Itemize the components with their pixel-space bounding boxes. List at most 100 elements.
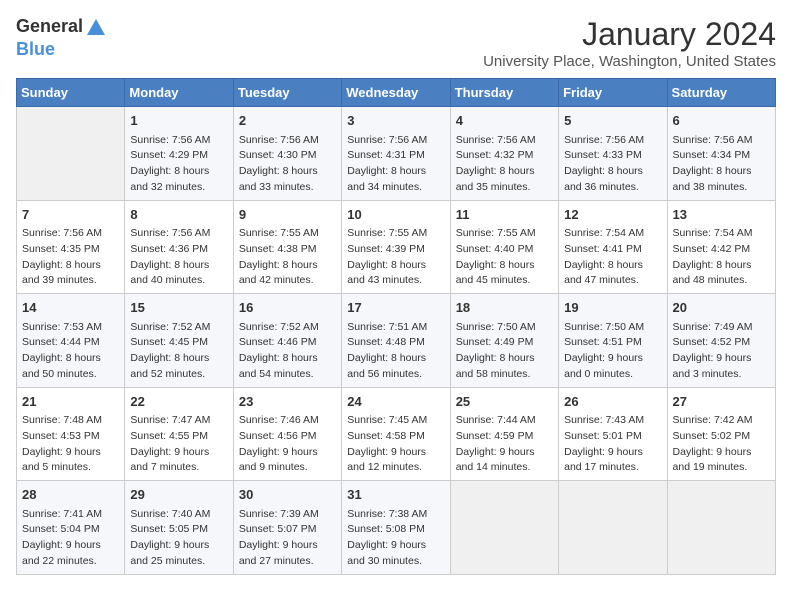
- cell-content: Sunrise: 7:56 AM Sunset: 4:31 PM Dayligh…: [347, 133, 444, 196]
- calendar-cell: 6Sunrise: 7:56 AM Sunset: 4:34 PM Daylig…: [667, 107, 775, 201]
- day-number: 25: [456, 392, 553, 412]
- week-row-1: 1Sunrise: 7:56 AM Sunset: 4:29 PM Daylig…: [17, 107, 776, 201]
- calendar-cell: 8Sunrise: 7:56 AM Sunset: 4:36 PM Daylig…: [125, 200, 233, 294]
- cell-content: Sunrise: 7:54 AM Sunset: 4:42 PM Dayligh…: [673, 226, 770, 289]
- calendar-table: SundayMondayTuesdayWednesdayThursdayFrid…: [16, 78, 776, 575]
- day-header-thursday: Thursday: [450, 79, 558, 107]
- day-number: 9: [239, 205, 336, 225]
- calendar-cell: 13Sunrise: 7:54 AM Sunset: 4:42 PM Dayli…: [667, 200, 775, 294]
- calendar-cell: 23Sunrise: 7:46 AM Sunset: 4:56 PM Dayli…: [233, 387, 341, 481]
- cell-content: Sunrise: 7:38 AM Sunset: 5:08 PM Dayligh…: [347, 507, 444, 570]
- day-number: 10: [347, 205, 444, 225]
- cell-content: Sunrise: 7:52 AM Sunset: 4:46 PM Dayligh…: [239, 320, 336, 383]
- calendar-cell: 27Sunrise: 7:42 AM Sunset: 5:02 PM Dayli…: [667, 387, 775, 481]
- calendar-body: 1Sunrise: 7:56 AM Sunset: 4:29 PM Daylig…: [17, 107, 776, 575]
- calendar-cell: 2Sunrise: 7:56 AM Sunset: 4:30 PM Daylig…: [233, 107, 341, 201]
- day-number: 2: [239, 111, 336, 131]
- location-title: University Place, Washington, United Sta…: [483, 53, 776, 70]
- day-number: 18: [456, 298, 553, 318]
- day-number: 13: [673, 205, 770, 225]
- day-number: 7: [22, 205, 119, 225]
- calendar-cell: 22Sunrise: 7:47 AM Sunset: 4:55 PM Dayli…: [125, 387, 233, 481]
- calendar-cell: 26Sunrise: 7:43 AM Sunset: 5:01 PM Dayli…: [559, 387, 667, 481]
- cell-content: Sunrise: 7:56 AM Sunset: 4:32 PM Dayligh…: [456, 133, 553, 196]
- cell-content: Sunrise: 7:56 AM Sunset: 4:36 PM Dayligh…: [130, 226, 227, 289]
- calendar-cell: 10Sunrise: 7:55 AM Sunset: 4:39 PM Dayli…: [342, 200, 450, 294]
- day-header-sunday: Sunday: [17, 79, 125, 107]
- week-row-4: 21Sunrise: 7:48 AM Sunset: 4:53 PM Dayli…: [17, 387, 776, 481]
- day-number: 30: [239, 485, 336, 505]
- cell-content: Sunrise: 7:48 AM Sunset: 4:53 PM Dayligh…: [22, 413, 119, 476]
- day-number: 21: [22, 392, 119, 412]
- day-number: 17: [347, 298, 444, 318]
- cell-content: Sunrise: 7:55 AM Sunset: 4:38 PM Dayligh…: [239, 226, 336, 289]
- calendar-cell: 20Sunrise: 7:49 AM Sunset: 4:52 PM Dayli…: [667, 294, 775, 388]
- cell-content: Sunrise: 7:39 AM Sunset: 5:07 PM Dayligh…: [239, 507, 336, 570]
- week-row-2: 7Sunrise: 7:56 AM Sunset: 4:35 PM Daylig…: [17, 200, 776, 294]
- calendar-cell: 9Sunrise: 7:55 AM Sunset: 4:38 PM Daylig…: [233, 200, 341, 294]
- header: General Blue January 2024 University Pla…: [16, 16, 776, 70]
- day-number: 27: [673, 392, 770, 412]
- logo-blue-text: Blue: [16, 39, 55, 59]
- day-number: 28: [22, 485, 119, 505]
- calendar-cell: [450, 481, 558, 575]
- day-number: 29: [130, 485, 227, 505]
- calendar-cell: 18Sunrise: 7:50 AM Sunset: 4:49 PM Dayli…: [450, 294, 558, 388]
- calendar-cell: 3Sunrise: 7:56 AM Sunset: 4:31 PM Daylig…: [342, 107, 450, 201]
- calendar-cell: 16Sunrise: 7:52 AM Sunset: 4:46 PM Dayli…: [233, 294, 341, 388]
- day-number: 3: [347, 111, 444, 131]
- day-number: 23: [239, 392, 336, 412]
- calendar-cell: 31Sunrise: 7:38 AM Sunset: 5:08 PM Dayli…: [342, 481, 450, 575]
- cell-content: Sunrise: 7:46 AM Sunset: 4:56 PM Dayligh…: [239, 413, 336, 476]
- calendar-cell: [667, 481, 775, 575]
- day-header-friday: Friday: [559, 79, 667, 107]
- day-number: 20: [673, 298, 770, 318]
- cell-content: Sunrise: 7:40 AM Sunset: 5:05 PM Dayligh…: [130, 507, 227, 570]
- calendar-cell: 29Sunrise: 7:40 AM Sunset: 5:05 PM Dayli…: [125, 481, 233, 575]
- day-number: 5: [564, 111, 661, 131]
- day-number: 8: [130, 205, 227, 225]
- cell-content: Sunrise: 7:49 AM Sunset: 4:52 PM Dayligh…: [673, 320, 770, 383]
- day-header-saturday: Saturday: [667, 79, 775, 107]
- cell-content: Sunrise: 7:56 AM Sunset: 4:30 PM Dayligh…: [239, 133, 336, 196]
- cell-content: Sunrise: 7:50 AM Sunset: 4:49 PM Dayligh…: [456, 320, 553, 383]
- day-number: 1: [130, 111, 227, 131]
- cell-content: Sunrise: 7:56 AM Sunset: 4:35 PM Dayligh…: [22, 226, 119, 289]
- day-number: 31: [347, 485, 444, 505]
- calendar-cell: [559, 481, 667, 575]
- day-number: 26: [564, 392, 661, 412]
- calendar-cell: 12Sunrise: 7:54 AM Sunset: 4:41 PM Dayli…: [559, 200, 667, 294]
- cell-content: Sunrise: 7:55 AM Sunset: 4:40 PM Dayligh…: [456, 226, 553, 289]
- calendar-cell: 24Sunrise: 7:45 AM Sunset: 4:58 PM Dayli…: [342, 387, 450, 481]
- day-number: 22: [130, 392, 227, 412]
- calendar-cell: 25Sunrise: 7:44 AM Sunset: 4:59 PM Dayli…: [450, 387, 558, 481]
- cell-content: Sunrise: 7:47 AM Sunset: 4:55 PM Dayligh…: [130, 413, 227, 476]
- week-row-3: 14Sunrise: 7:53 AM Sunset: 4:44 PM Dayli…: [17, 294, 776, 388]
- day-number: 19: [564, 298, 661, 318]
- cell-content: Sunrise: 7:56 AM Sunset: 4:33 PM Dayligh…: [564, 133, 661, 196]
- calendar-header: SundayMondayTuesdayWednesdayThursdayFrid…: [17, 79, 776, 107]
- calendar-cell: 4Sunrise: 7:56 AM Sunset: 4:32 PM Daylig…: [450, 107, 558, 201]
- logo-general-text: General: [16, 16, 107, 39]
- cell-content: Sunrise: 7:50 AM Sunset: 4:51 PM Dayligh…: [564, 320, 661, 383]
- day-header-monday: Monday: [125, 79, 233, 107]
- calendar-cell: 21Sunrise: 7:48 AM Sunset: 4:53 PM Dayli…: [17, 387, 125, 481]
- cell-content: Sunrise: 7:42 AM Sunset: 5:02 PM Dayligh…: [673, 413, 770, 476]
- day-number: 6: [673, 111, 770, 131]
- day-number: 16: [239, 298, 336, 318]
- calendar-cell: 11Sunrise: 7:55 AM Sunset: 4:40 PM Dayli…: [450, 200, 558, 294]
- cell-content: Sunrise: 7:45 AM Sunset: 4:58 PM Dayligh…: [347, 413, 444, 476]
- calendar-cell: 15Sunrise: 7:52 AM Sunset: 4:45 PM Dayli…: [125, 294, 233, 388]
- calendar-cell: 5Sunrise: 7:56 AM Sunset: 4:33 PM Daylig…: [559, 107, 667, 201]
- cell-content: Sunrise: 7:51 AM Sunset: 4:48 PM Dayligh…: [347, 320, 444, 383]
- day-number: 15: [130, 298, 227, 318]
- logo: General Blue: [16, 16, 107, 60]
- calendar-cell: 7Sunrise: 7:56 AM Sunset: 4:35 PM Daylig…: [17, 200, 125, 294]
- cell-content: Sunrise: 7:54 AM Sunset: 4:41 PM Dayligh…: [564, 226, 661, 289]
- header-row: SundayMondayTuesdayWednesdayThursdayFrid…: [17, 79, 776, 107]
- day-number: 12: [564, 205, 661, 225]
- day-header-tuesday: Tuesday: [233, 79, 341, 107]
- calendar-cell: 28Sunrise: 7:41 AM Sunset: 5:04 PM Dayli…: [17, 481, 125, 575]
- calendar-cell: 14Sunrise: 7:53 AM Sunset: 4:44 PM Dayli…: [17, 294, 125, 388]
- day-number: 14: [22, 298, 119, 318]
